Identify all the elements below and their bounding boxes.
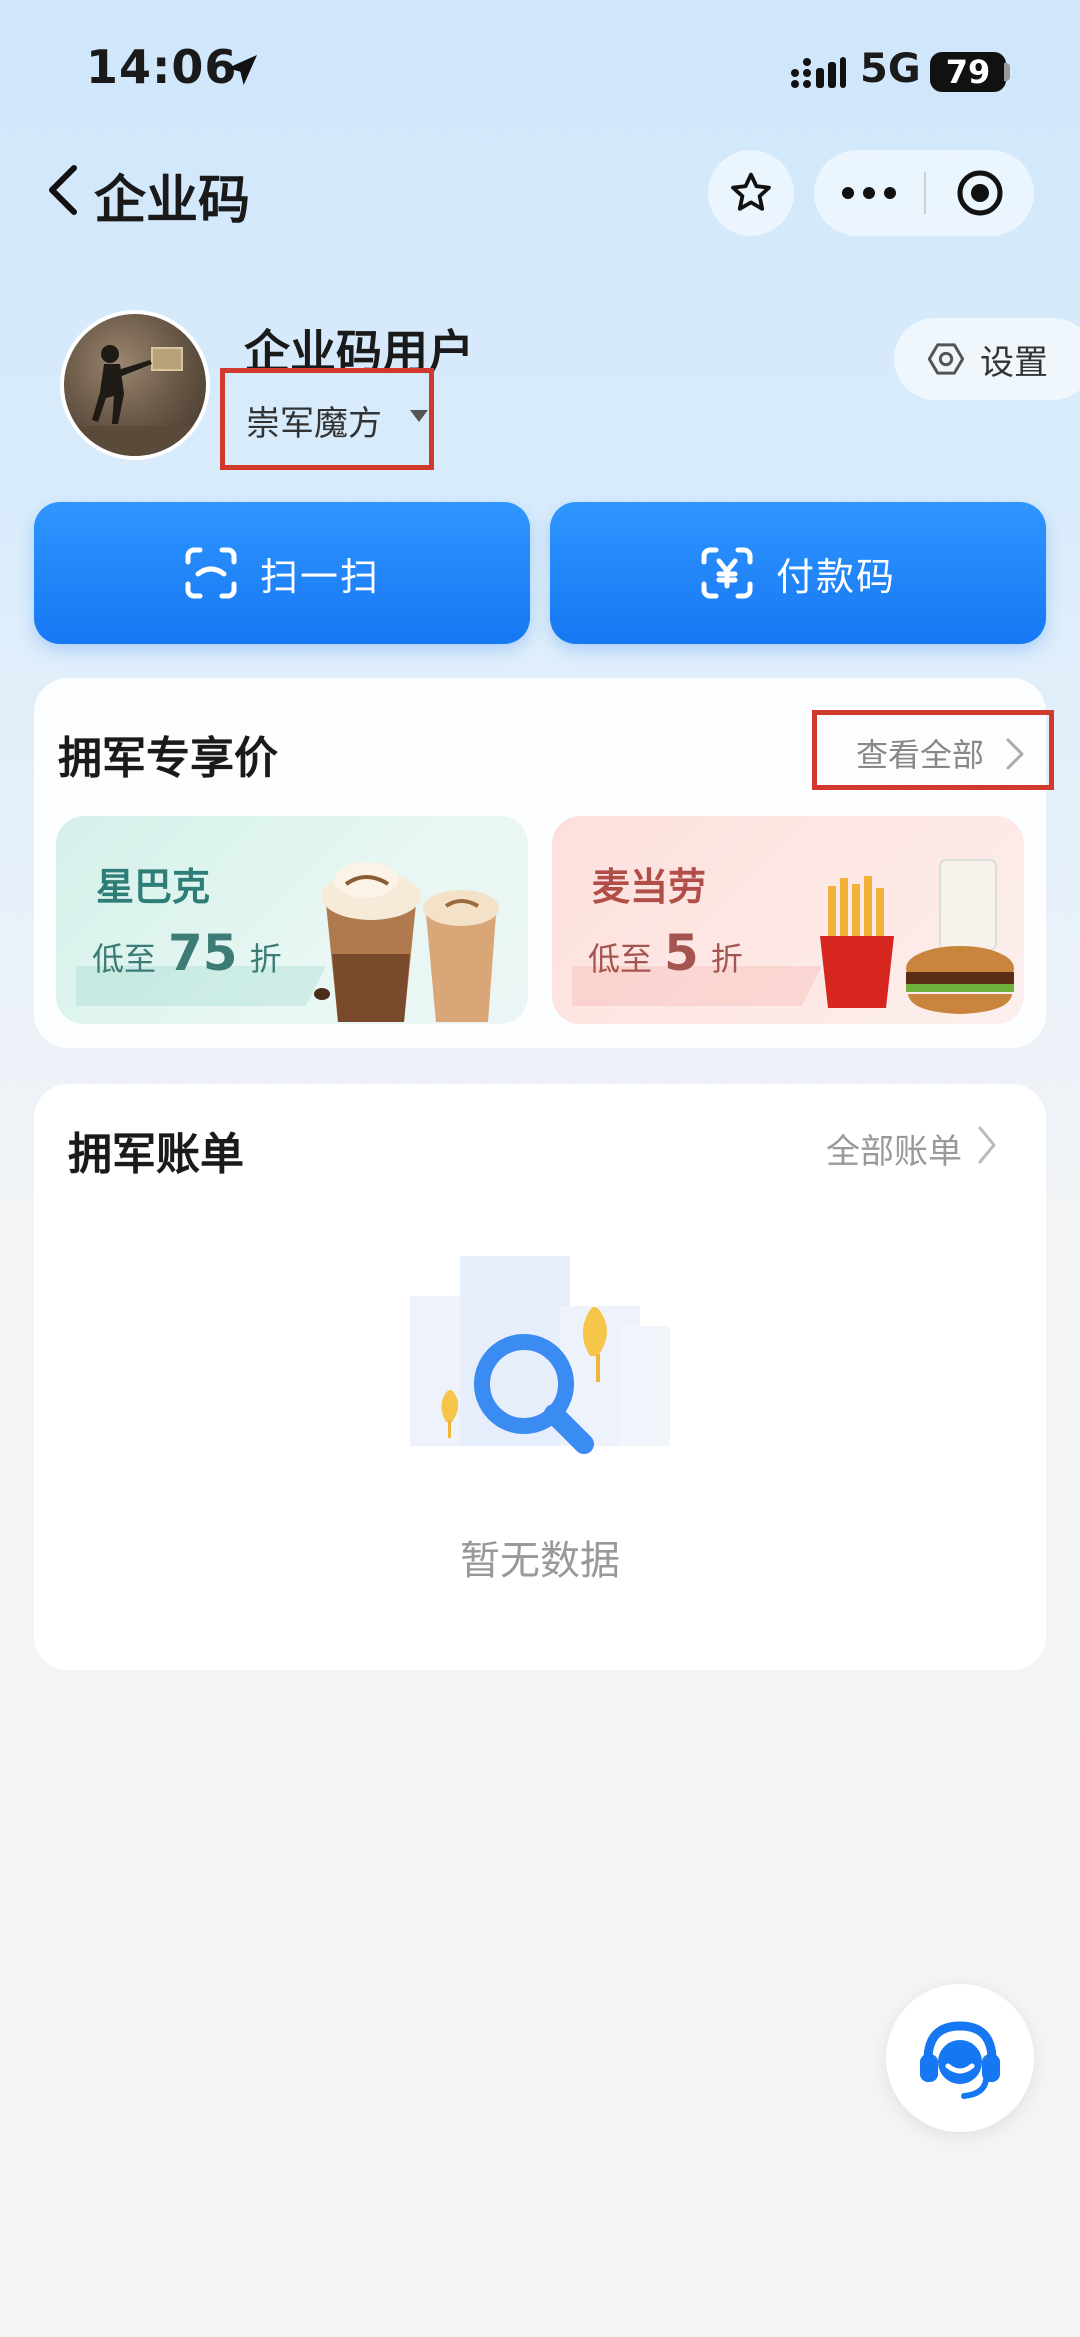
battery-level: 79 (930, 52, 1006, 92)
more-button[interactable] (814, 150, 924, 236)
location-arrow-icon (227, 55, 257, 85)
payment-yuan-icon (701, 547, 753, 599)
scan-icon (185, 547, 237, 599)
exclusive-deals-title: 拥军专享价 (58, 733, 278, 784)
target-circle-icon (957, 170, 1003, 216)
scan-label: 扫一扫 (259, 554, 380, 599)
deal-discount: 低至 5 折 (588, 924, 743, 982)
deal-suffix: 折 (710, 940, 743, 978)
deal-name: 星巴克 (96, 865, 211, 909)
status-time: 14:06 (86, 40, 238, 94)
chevron-right-icon[interactable] (976, 1124, 998, 1166)
empty-search-illustration (410, 1256, 670, 1454)
deal-value: 5 (664, 924, 699, 982)
back-button[interactable] (40, 160, 90, 220)
deal-discount: 低至 75 折 (92, 924, 282, 982)
settings-label: 设置 (980, 342, 1048, 383)
close-miniapp-button[interactable] (926, 150, 1034, 236)
highlight-box-company (220, 368, 434, 470)
page-title: 企业码 (94, 171, 251, 231)
all-bills-link[interactable]: 全部账单 (826, 1124, 962, 1173)
coffee-drinks-image (314, 862, 499, 1022)
network-type: 5G (860, 46, 921, 92)
deal-value: 75 (168, 924, 238, 982)
empty-state-text: 暂无数据 (460, 1538, 620, 1584)
settings-hexagon-icon (927, 343, 965, 375)
deal-card-starbucks[interactable]: 星巴克 低至 75 折 (56, 816, 528, 1024)
payment-code-button[interactable]: 付款码 (550, 502, 1046, 644)
more-dots-icon (842, 187, 896, 199)
miniapp-capsule (814, 150, 1034, 236)
deal-prefix: 低至 (92, 940, 157, 978)
deal-name: 麦当劳 (592, 865, 707, 909)
customer-service-icon (920, 2021, 1000, 2099)
avatar-photo (64, 345, 206, 456)
star-icon (731, 172, 771, 211)
payment-code-label: 付款码 (775, 554, 896, 599)
battery-tip (1004, 63, 1010, 81)
scan-button[interactable]: 扫一扫 (34, 502, 530, 644)
favorite-button[interactable] (708, 150, 794, 236)
avatar[interactable] (60, 310, 210, 460)
deal-suffix: 折 (249, 940, 282, 978)
deal-card-mcdonalds[interactable]: 麦当劳 低至 5 折 (552, 816, 1024, 1024)
settings-button[interactable]: 设置 (894, 318, 1080, 400)
deal-prefix: 低至 (588, 940, 653, 978)
customer-service-button[interactable] (886, 1984, 1034, 2132)
fastfood-meal-image (820, 859, 1014, 1014)
bills-title: 拥军账单 (68, 1129, 244, 1180)
signal-icon (791, 57, 846, 88)
highlight-box-view-all (812, 710, 1054, 790)
